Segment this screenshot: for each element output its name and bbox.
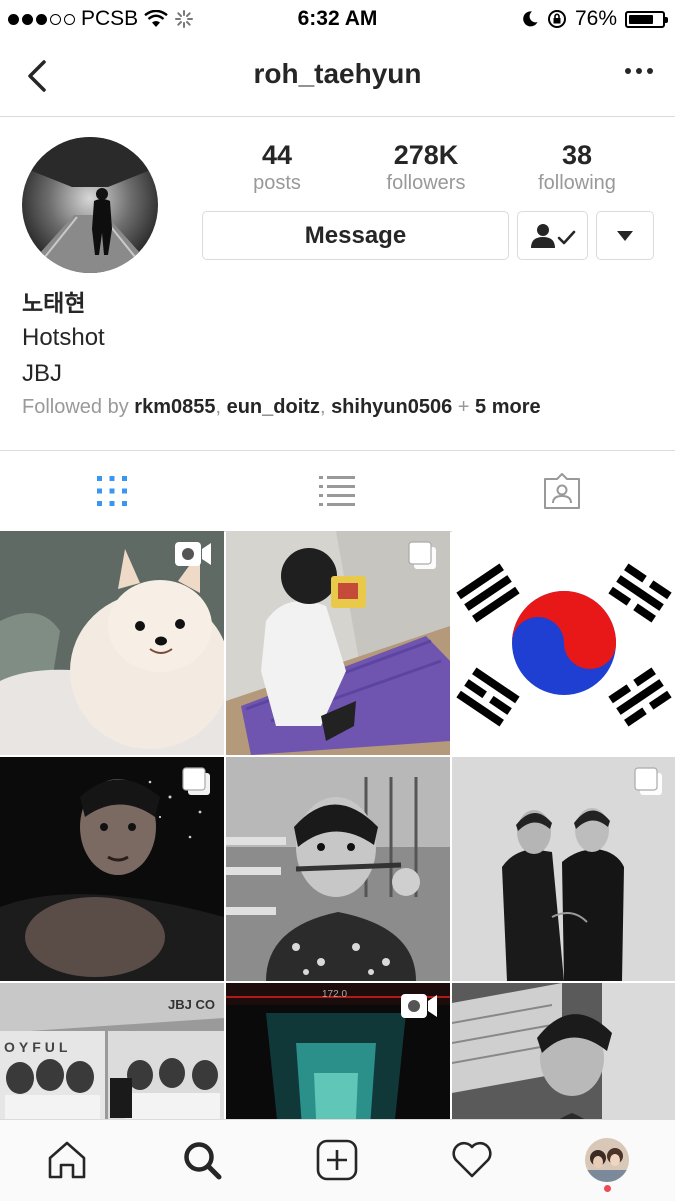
carousel-icon bbox=[408, 541, 436, 569]
posts-stat[interactable]: 44 posts bbox=[202, 140, 352, 196]
profile-tab-avatar[interactable] bbox=[585, 1138, 629, 1182]
rotation-lock-icon bbox=[547, 10, 566, 28]
follower-username[interactable]: eun_doitz bbox=[227, 396, 320, 418]
poster-text: JBJ CO bbox=[168, 997, 215, 1012]
profile-username-title: roh_taehyun bbox=[253, 58, 422, 89]
status-bar: PCSB 6:32 AM 76% bbox=[0, 0, 675, 38]
nav-bar: roh_taehyun bbox=[0, 38, 675, 117]
followers-label: followers bbox=[386, 172, 466, 194]
posts-count: 44 bbox=[261, 140, 293, 170]
carousel-icon bbox=[182, 767, 210, 795]
search-icon[interactable] bbox=[180, 1138, 224, 1182]
followed-by-label: Followed by bbox=[22, 396, 129, 418]
add-post-icon[interactable] bbox=[315, 1138, 359, 1182]
video-overlay-text: 172.0 bbox=[322, 989, 348, 1000]
notification-dot bbox=[604, 1185, 611, 1192]
message-button[interactable]: Message bbox=[202, 211, 509, 260]
activity-heart-icon[interactable] bbox=[450, 1138, 494, 1182]
profile-avatar[interactable] bbox=[22, 137, 158, 273]
battery-icon bbox=[625, 10, 668, 28]
tagged-icon[interactable] bbox=[542, 471, 582, 511]
more-followers-link[interactable]: 5 more bbox=[475, 396, 541, 418]
post-thumbnail[interactable]: OYFUL JBJ CO bbox=[0, 983, 224, 1119]
battery-percent: 76% bbox=[574, 7, 617, 30]
post-thumbnail[interactable] bbox=[0, 757, 224, 981]
video-icon bbox=[175, 542, 211, 566]
poster-text: OYFUL bbox=[4, 1039, 72, 1055]
following-label: following bbox=[538, 172, 616, 194]
post-thumbnail[interactable] bbox=[452, 757, 675, 981]
list-icon[interactable] bbox=[317, 471, 357, 511]
following-stat[interactable]: 38 following bbox=[502, 140, 652, 196]
display-name: 노태현 bbox=[22, 290, 86, 316]
post-thumbnail[interactable] bbox=[226, 531, 450, 755]
status-bar-right: 76% bbox=[521, 7, 668, 31]
more-options-icon[interactable] bbox=[625, 68, 653, 74]
caret-down-icon bbox=[617, 230, 633, 241]
profile-view-tabs bbox=[0, 450, 675, 532]
following-count: 38 bbox=[561, 140, 593, 170]
post-thumbnail[interactable] bbox=[0, 531, 224, 755]
post-thumbnail[interactable] bbox=[452, 531, 675, 755]
bio-line: JBJ bbox=[22, 360, 63, 387]
profile-bio: 노태현 Hotshot JBJ bbox=[22, 286, 662, 392]
user-check-icon bbox=[530, 223, 575, 248]
post-thumbnail[interactable] bbox=[452, 983, 675, 1119]
followers-stat[interactable]: 278K followers bbox=[351, 140, 501, 196]
posts-label: posts bbox=[253, 172, 301, 194]
suggestions-dropdown-button[interactable] bbox=[596, 211, 654, 260]
grid-icon[interactable] bbox=[92, 471, 132, 511]
carousel-icon bbox=[634, 767, 662, 795]
follower-username[interactable]: rkm0855 bbox=[134, 396, 215, 418]
followed-by-text[interactable]: Followed by rkm0855, eun_doitz, shihyun0… bbox=[22, 396, 541, 419]
post-thumbnail[interactable] bbox=[226, 757, 450, 981]
posts-grid: OYFUL JBJ CO 172.0 bbox=[0, 531, 675, 1119]
followers-count: 278K bbox=[393, 140, 459, 170]
post-thumbnail[interactable]: 172.0 bbox=[226, 983, 450, 1119]
bottom-tab-bar bbox=[0, 1119, 675, 1201]
video-icon bbox=[401, 994, 437, 1018]
moon-icon bbox=[523, 11, 538, 27]
bio-line: Hotshot bbox=[22, 324, 105, 351]
home-icon[interactable] bbox=[45, 1138, 89, 1182]
follower-username[interactable]: shihyun0506 bbox=[331, 396, 452, 418]
following-status-button[interactable] bbox=[517, 211, 588, 260]
